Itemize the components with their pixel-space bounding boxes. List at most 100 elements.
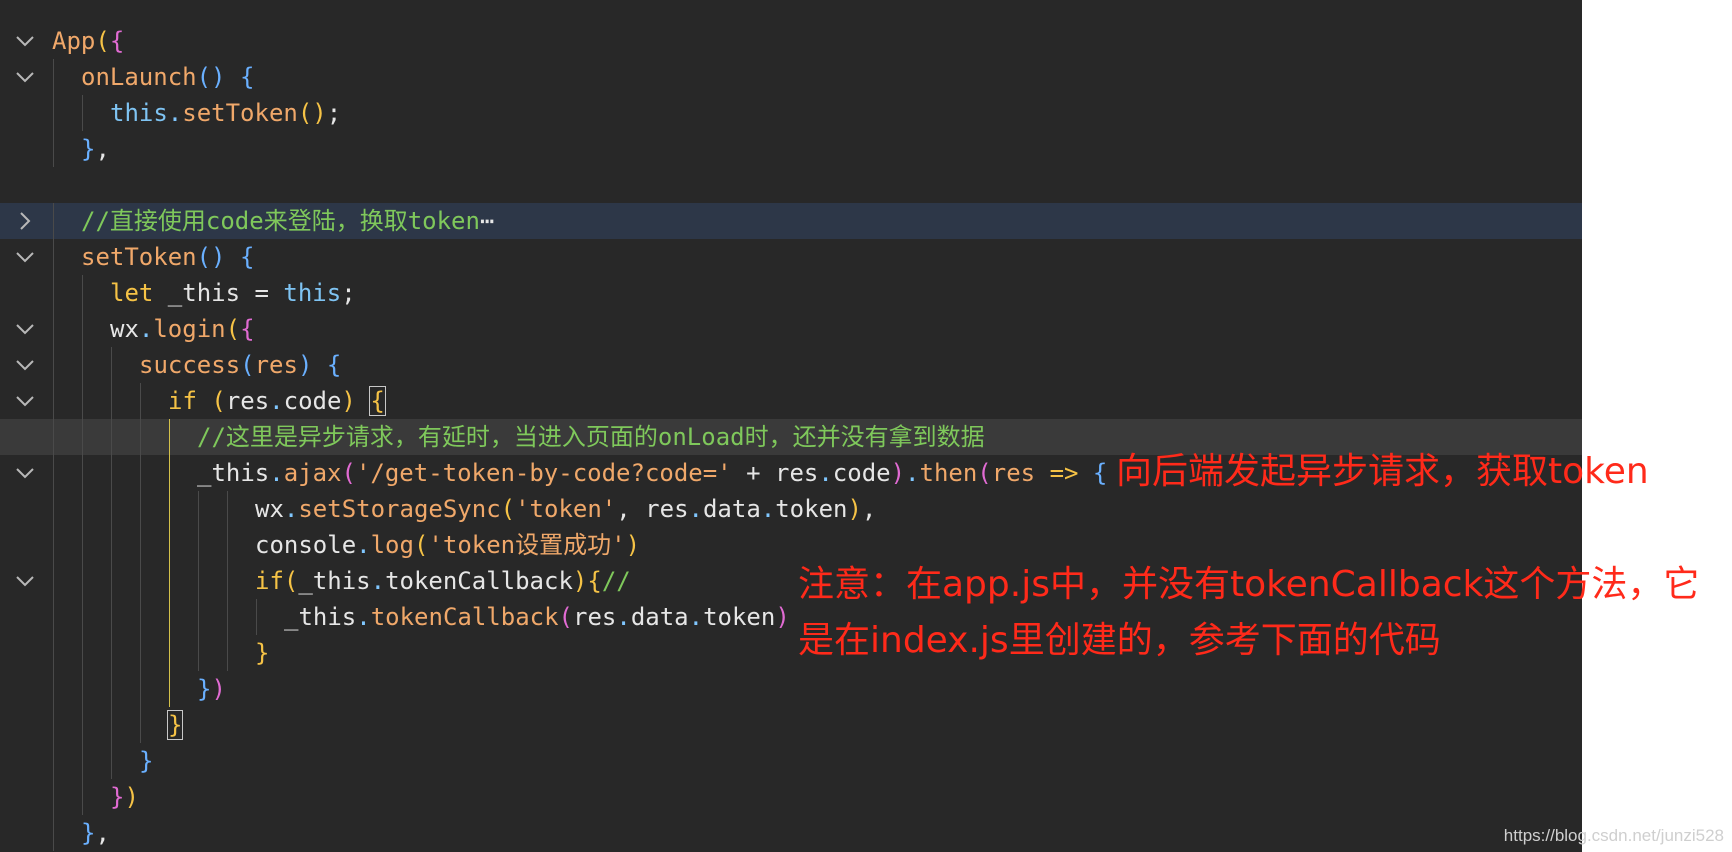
- code-token: ): [124, 783, 139, 811]
- code-text: },: [81, 815, 110, 851]
- code-token: ): [847, 495, 862, 523]
- code-token: }: [255, 639, 270, 667]
- code-token: _this: [284, 603, 357, 631]
- code-token: ): [890, 459, 906, 487]
- indent-guide: [53, 383, 54, 419]
- code-text: _this.tokenCallback(res.data.token): [284, 599, 790, 635]
- code-line[interactable]: }): [0, 671, 1582, 707]
- fold-chevron-down-icon[interactable]: [14, 239, 38, 275]
- indent-guide: [82, 599, 83, 635]
- code-line[interactable]: if (res.code) {: [0, 383, 1582, 419]
- code-line[interactable]: onLaunch() {: [0, 59, 1582, 95]
- code-token: (: [500, 495, 516, 523]
- code-token: code: [832, 459, 891, 487]
- code-token: setToken: [81, 243, 197, 271]
- code-text: onLaunch() {: [81, 59, 254, 95]
- code-token: (: [283, 567, 299, 595]
- code-token: res: [573, 603, 617, 631]
- indent-guide: [53, 599, 54, 635]
- code-token: token: [775, 495, 848, 523]
- code-token: tokenCallback: [370, 603, 559, 631]
- fold-chevron-right-icon[interactable]: [14, 203, 38, 239]
- indent-guide: [111, 347, 112, 383]
- indent-guide: [198, 563, 199, 599]
- code-token: }: [166, 710, 184, 740]
- fold-chevron-down-icon[interactable]: [14, 383, 38, 419]
- fold-chevron-down-icon[interactable]: [14, 455, 38, 491]
- code-token: {: [239, 243, 255, 271]
- code-line[interactable]: setToken() {: [0, 239, 1582, 275]
- indent-guide: [169, 455, 170, 491]
- fold-chevron-down-icon[interactable]: [14, 311, 38, 347]
- annotation-note-line2: 是在index.js里创建的，参考下面的代码: [798, 620, 1441, 661]
- code-line[interactable]: let _this = this;: [0, 275, 1582, 311]
- code-line[interactable]: success(res) {: [0, 347, 1582, 383]
- code-token: (: [558, 603, 573, 631]
- code-token: console: [255, 531, 357, 559]
- indent-guide: [82, 671, 83, 707]
- code-token: .: [138, 315, 154, 343]
- code-line[interactable]: }: [0, 707, 1582, 743]
- code-token: (: [240, 351, 255, 379]
- code-token: (: [977, 459, 992, 487]
- code-text: }): [197, 671, 226, 707]
- code-line[interactable]: },: [0, 131, 1582, 167]
- indent-guide: [53, 131, 54, 167]
- code-line[interactable]: this.setToken();: [0, 95, 1582, 131]
- code-text: //直接使用code来登陆，换取token⋯: [81, 203, 494, 239]
- code-text: success(res) {: [139, 347, 341, 383]
- code-line[interactable]: },: [0, 815, 1582, 851]
- code-text: this.setToken();: [110, 95, 341, 131]
- code-token: .: [688, 495, 703, 523]
- code-token: _this =: [153, 279, 284, 307]
- indent-guide: [53, 203, 54, 239]
- indent-guide: [82, 383, 83, 419]
- fold-chevron-down-icon[interactable]: [14, 23, 38, 59]
- indent-guide: [53, 311, 54, 347]
- code-token: (: [341, 459, 356, 487]
- indent-guide: [82, 455, 83, 491]
- code-token: '/get-token-by-code?code=': [355, 459, 732, 487]
- indent-guide: [111, 383, 112, 419]
- code-line[interactable]: }: [0, 743, 1582, 779]
- indent-guide: [53, 455, 54, 491]
- code-token: //这里是异步请求，有延时，当进入页面的onLoad时，还并没有拿到数据: [197, 423, 985, 451]
- code-line[interactable]: }): [0, 779, 1582, 815]
- code-token: this: [283, 279, 342, 307]
- code-text: //这里是异步请求，有延时，当进入页面的onLoad时，还并没有拿到数据: [197, 419, 985, 455]
- indent-guide: [53, 779, 54, 815]
- indent-guide: [82, 779, 83, 815]
- code-token: .: [616, 603, 631, 631]
- indent-guide: [140, 599, 141, 635]
- code-token: tokenCallback: [385, 567, 573, 595]
- code-line[interactable]: [0, 167, 1582, 203]
- code-token: login: [153, 315, 226, 343]
- indent-guide: [53, 491, 54, 527]
- code-line[interactable]: App({: [0, 23, 1582, 59]
- fold-chevron-down-icon[interactable]: [14, 563, 38, 599]
- code-text: }: [166, 707, 184, 743]
- indent-guide: [82, 707, 83, 743]
- code-token: ): [625, 531, 641, 559]
- indent-guide: [198, 599, 199, 635]
- code-editor[interactable]: App({onLaunch() {this.setToken();}, //直接使…: [0, 0, 1582, 852]
- code-token: (: [95, 27, 110, 55]
- code-text: _this.ajax('/get-token-by-code?code=' + …: [197, 455, 1107, 491]
- fold-chevron-down-icon[interactable]: [14, 347, 38, 383]
- code-token: (: [225, 315, 241, 343]
- code-token: ): [572, 567, 588, 595]
- indent-guide: [82, 347, 83, 383]
- code-token: ,: [95, 819, 110, 847]
- code-token: {: [109, 27, 125, 55]
- code-token: if: [168, 387, 197, 415]
- fold-chevron-down-icon[interactable]: [14, 59, 38, 95]
- code-token: token: [703, 603, 776, 631]
- code-line[interactable]: wx.login({: [0, 311, 1582, 347]
- indent-guide: [140, 383, 141, 419]
- indent-guide: [227, 491, 228, 527]
- code-line[interactable]: //直接使用code来登陆，换取token⋯: [0, 203, 1582, 239]
- indent-guide: [227, 527, 228, 563]
- indent-guide: [53, 743, 54, 779]
- indent-guide: [256, 599, 257, 635]
